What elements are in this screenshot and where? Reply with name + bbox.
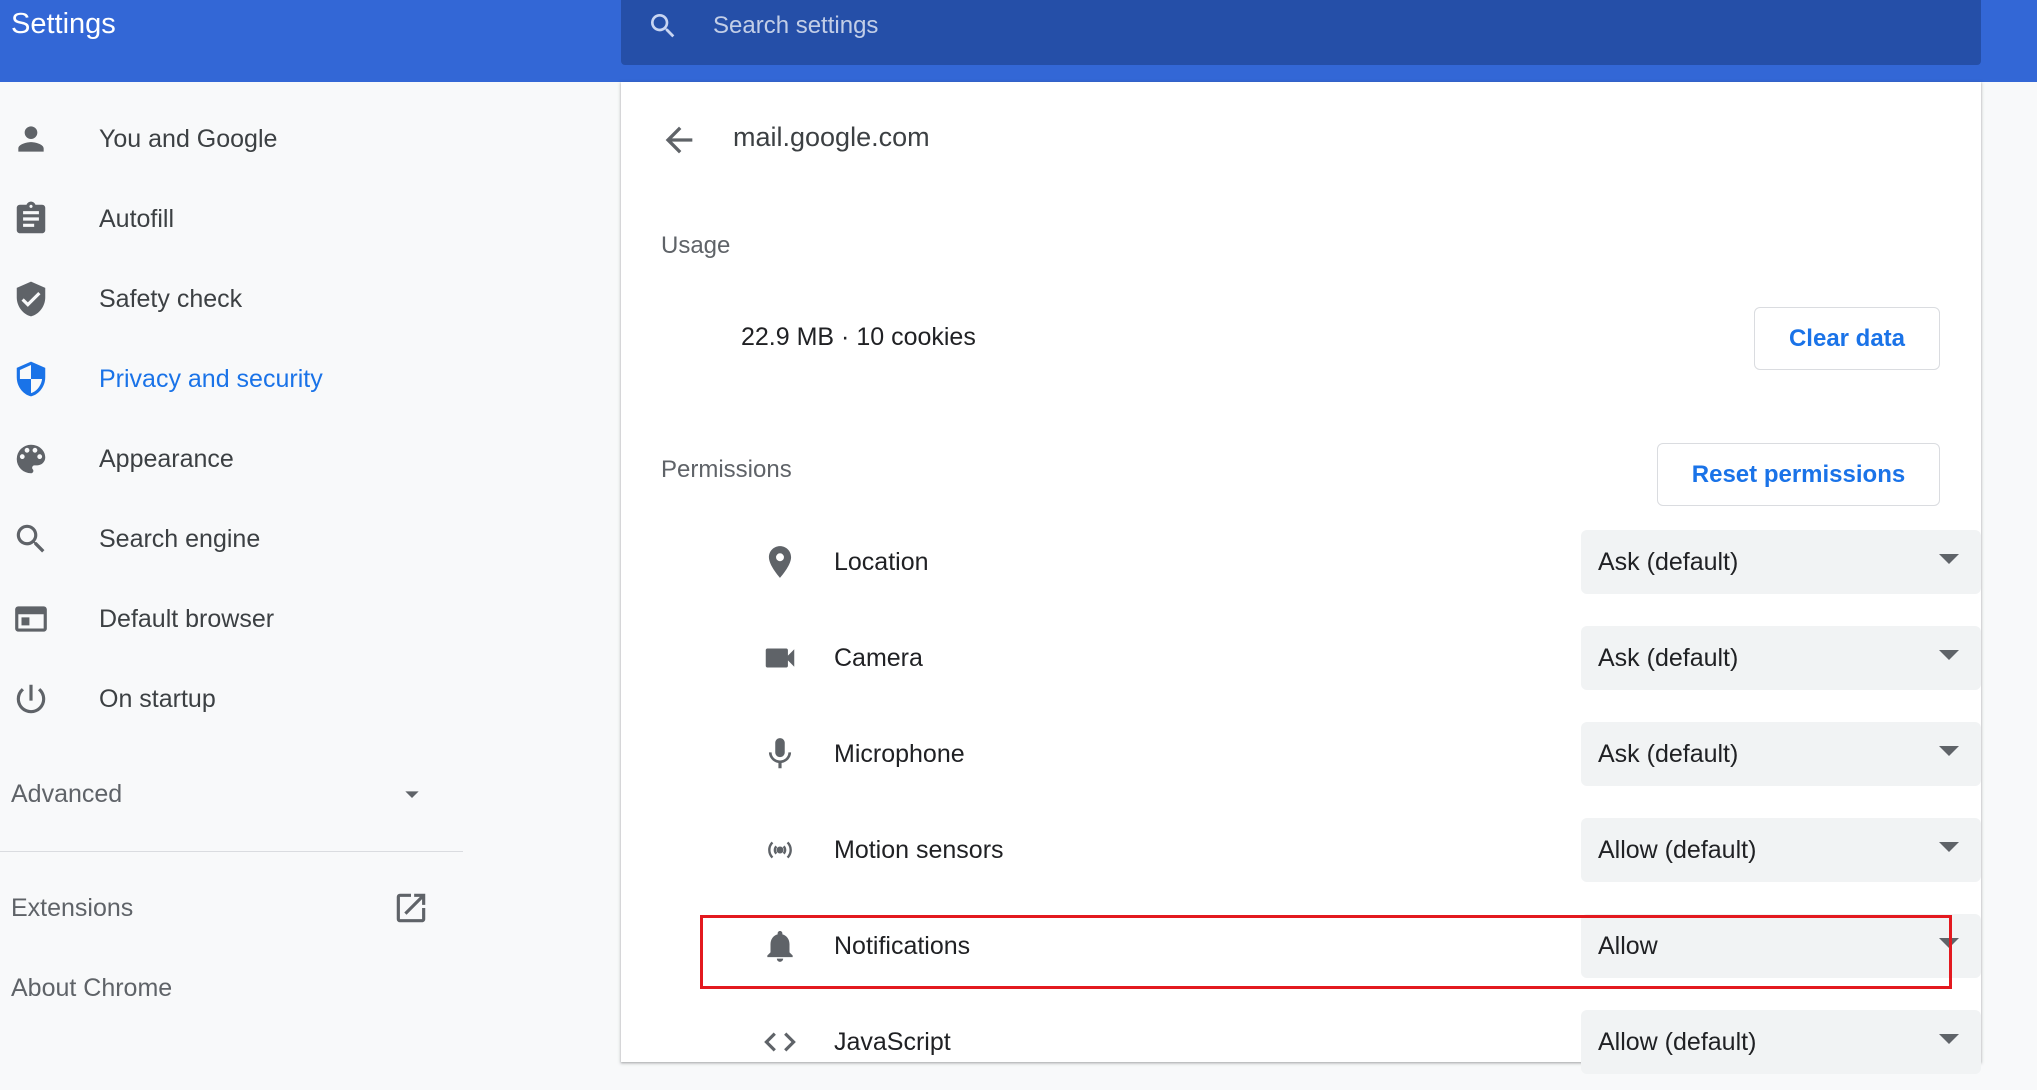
sidebar-item-on-startup[interactable]: On startup	[0, 659, 470, 739]
search-icon	[12, 520, 50, 558]
clipboard-icon	[12, 200, 50, 238]
caret-down-icon	[1939, 938, 1959, 948]
shield-check-icon	[12, 280, 50, 318]
microphone-icon	[761, 735, 799, 773]
permission-label: Microphone	[834, 740, 965, 768]
code-icon	[761, 1023, 799, 1061]
sidebar-item-privacy-and-security[interactable]: Privacy and security	[0, 339, 470, 419]
sidebar-item-autofill[interactable]: Autofill	[0, 179, 470, 259]
javascript-permission-select[interactable]: Allow (default)	[1581, 1010, 1981, 1074]
open-in-new-icon	[396, 893, 426, 923]
permission-label: Camera	[834, 644, 923, 672]
caret-down-icon	[1939, 554, 1959, 564]
caret-down-icon	[1939, 746, 1959, 756]
sidebar-item-label: Default browser	[99, 604, 275, 633]
permission-row-camera: Camera Ask (default)	[661, 610, 1981, 706]
usage-heading: Usage	[661, 232, 731, 259]
shield-privacy-icon	[12, 360, 50, 398]
usage-text: 22.9 MB · 10 cookies	[741, 323, 976, 351]
sidebar-item-safety-check[interactable]: Safety check	[0, 259, 470, 339]
sidebar-divider	[0, 851, 463, 852]
sidebar-item-label: Appearance	[99, 444, 234, 473]
permission-row-microphone: Microphone Ask (default)	[661, 706, 1981, 802]
select-value: Ask (default)	[1598, 644, 1739, 672]
extensions-label: Extensions	[11, 893, 134, 922]
select-value: Allow	[1598, 932, 1658, 960]
sidebar: You and Google Autofill Safety check Pri…	[0, 82, 470, 1048]
about-chrome-label: About Chrome	[11, 973, 173, 1002]
sidebar-item-default-browser[interactable]: Default browser	[0, 579, 470, 659]
permission-label: Notifications	[834, 932, 971, 960]
sidebar-item-label: Search engine	[99, 524, 261, 553]
back-arrow-icon[interactable]	[659, 120, 699, 160]
select-value: Ask (default)	[1598, 740, 1739, 768]
notifications-permission-select[interactable]: Allow	[1581, 914, 1981, 978]
browser-icon	[12, 600, 50, 638]
caret-down-icon	[1939, 650, 1959, 660]
permission-row-motion-sensors: Motion sensors Allow (default)	[661, 802, 1981, 898]
location-pin-icon	[761, 543, 799, 581]
advanced-label: Advanced	[11, 779, 123, 808]
permission-label: Motion sensors	[834, 836, 1004, 864]
page-title: mail.google.com	[733, 122, 930, 152]
reset-permissions-button[interactable]: Reset permissions	[1657, 443, 1940, 506]
sidebar-item-you-and-google[interactable]: You and Google	[0, 99, 470, 179]
location-permission-select[interactable]: Ask (default)	[1581, 530, 1981, 594]
permission-row-location: Location Ask (default)	[661, 514, 1981, 610]
caret-down-icon	[1939, 842, 1959, 852]
sidebar-item-search-engine[interactable]: Search engine	[0, 499, 470, 579]
bell-icon	[761, 927, 799, 965]
palette-icon	[12, 440, 50, 478]
permission-label: JavaScript	[834, 1028, 951, 1056]
search-icon[interactable]	[647, 10, 679, 42]
top-bar: Settings	[0, 0, 2037, 82]
search-input[interactable]	[713, 8, 1913, 44]
sidebar-item-appearance[interactable]: Appearance	[0, 419, 470, 499]
sidebar-item-label: You and Google	[99, 124, 278, 153]
permissions-heading: Permissions	[661, 456, 792, 483]
caret-down-icon	[1939, 1034, 1959, 1044]
motion-sensor-icon	[761, 831, 799, 869]
select-value: Allow (default)	[1598, 836, 1757, 864]
select-value: Ask (default)	[1598, 548, 1739, 576]
site-settings-card: mail.google.com Usage 22.9 MB · 10 cooki…	[621, 82, 1981, 1074]
app-title: Settings	[11, 8, 116, 40]
camera-icon	[761, 639, 799, 677]
permission-row-javascript: JavaScript Allow (default)	[661, 994, 1981, 1090]
sidebar-item-label: Safety check	[99, 284, 243, 313]
person-icon	[12, 120, 50, 158]
clear-data-button[interactable]: Clear data	[1754, 307, 1940, 370]
sidebar-item-about-chrome[interactable]: About Chrome	[0, 948, 440, 1028]
power-icon	[12, 680, 50, 718]
search-box[interactable]	[621, 0, 1981, 65]
permission-label: Location	[834, 548, 929, 576]
camera-permission-select[interactable]: Ask (default)	[1581, 626, 1981, 690]
microphone-permission-select[interactable]: Ask (default)	[1581, 722, 1981, 786]
select-value: Allow (default)	[1598, 1028, 1757, 1056]
sidebar-item-label: Autofill	[99, 204, 175, 233]
caret-down-icon	[405, 791, 419, 798]
motion-sensors-permission-select[interactable]: Allow (default)	[1581, 818, 1981, 882]
permission-row-notifications: Notifications Allow	[661, 898, 1981, 994]
sidebar-item-label: On startup	[99, 684, 216, 713]
sidebar-item-extensions[interactable]: Extensions	[0, 868, 440, 948]
advanced-toggle[interactable]: Advanced	[0, 754, 440, 834]
sidebar-item-label: Privacy and security	[99, 364, 323, 393]
